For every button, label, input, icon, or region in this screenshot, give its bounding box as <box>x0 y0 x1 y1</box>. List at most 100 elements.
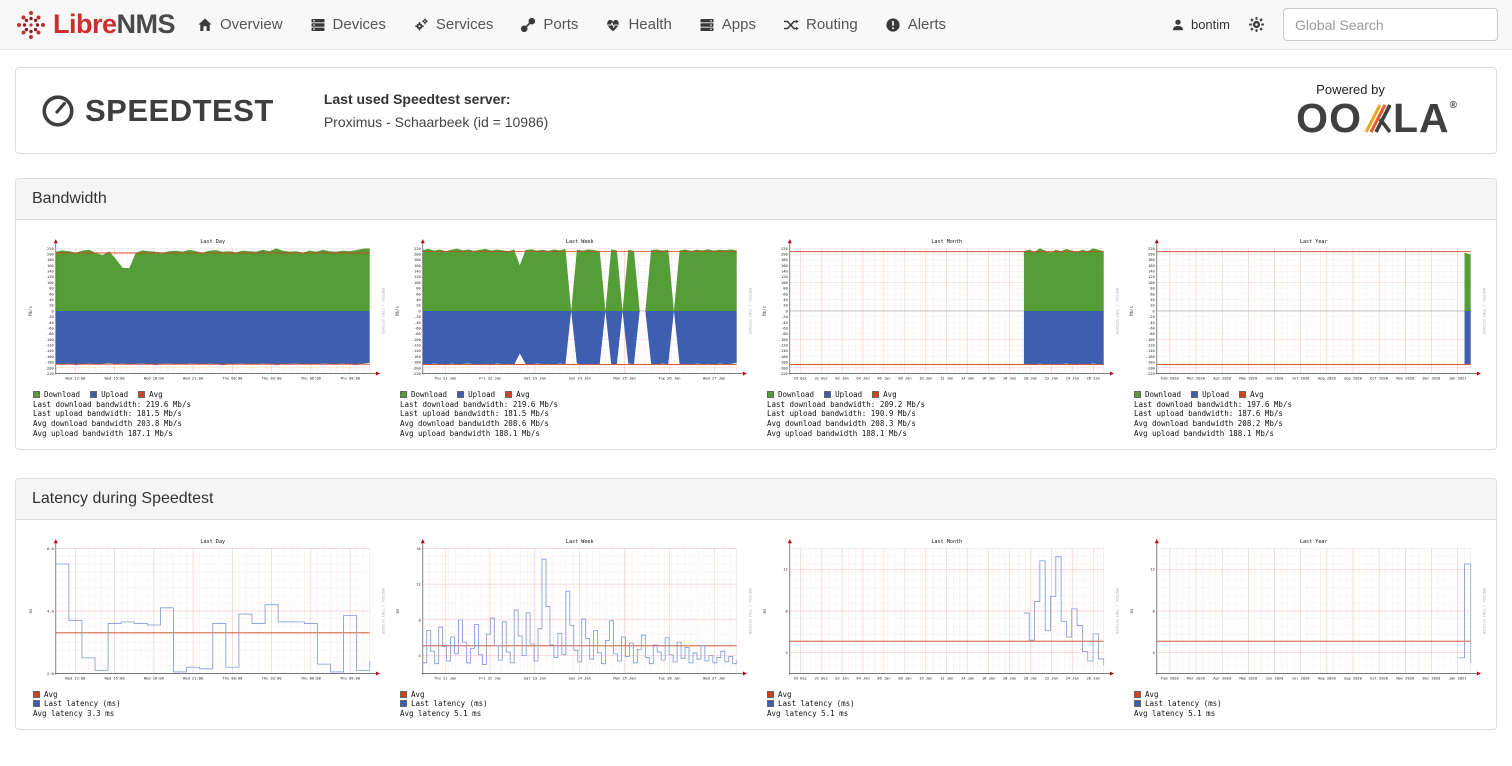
nav-item-devices[interactable]: Devices <box>310 16 386 33</box>
latency-graph-last-year[interactable]: 4812Feb 2020Mar 2020Apr 2020May 2020Jun … <box>1126 534 1487 719</box>
nav-item-alerts[interactable]: Alerts <box>885 16 946 33</box>
latency-graph-last-day[interactable]: 2.04.06.0Wed 12:00Wed 15:00Wed 18:00Wed … <box>25 534 386 719</box>
graph-legend: DownloadUploadAvgLast download bandwidth… <box>1134 390 1487 439</box>
svg-text:Wed 18:00: Wed 18:00 <box>144 676 164 680</box>
nav-item-health[interactable]: Health <box>605 16 671 33</box>
svg-text:Nov 2020: Nov 2020 <box>1396 676 1414 680</box>
navbar-right: bontim <box>1171 8 1498 41</box>
nav-item-overview[interactable]: Overview <box>197 16 283 33</box>
svg-text:8: 8 <box>1152 609 1154 613</box>
svg-text:May 2020: May 2020 <box>1239 377 1257 381</box>
svg-text:12 Jan: 12 Jan <box>940 676 953 680</box>
bandwidth-graph-last-month[interactable]: -220-200-180-160-140-120-100-80-60-40-20… <box>759 234 1120 439</box>
legend-color-swatch <box>824 391 831 398</box>
svg-text:120: 120 <box>47 275 54 279</box>
legend-color-swatch <box>505 391 512 398</box>
svg-text:22 Jan: 22 Jan <box>1045 377 1058 381</box>
bandwidth-graph-last-day[interactable]: -220-200-180-160-140-120-100-80-60-40-20… <box>25 234 386 439</box>
latency-graphs-row: 2.04.06.0Wed 12:00Wed 15:00Wed 18:00Wed … <box>16 520 1496 729</box>
svg-text:Mb/s: Mb/s <box>395 305 400 315</box>
svg-text:04 Jan: 04 Jan <box>856 377 869 381</box>
svg-text:-220: -220 <box>779 372 788 376</box>
svg-text:May 2020: May 2020 <box>1239 676 1257 680</box>
svg-text:200: 200 <box>781 252 788 256</box>
settings-gear-button[interactable] <box>1248 16 1265 33</box>
bandwidth-graph-last-week[interactable]: -220-200-180-160-140-120-100-80-60-40-20… <box>392 234 753 439</box>
svg-text:RRDTOOL / TOBI OETIKER: RRDTOOL / TOBI OETIKER <box>381 588 385 635</box>
svg-text:140: 140 <box>414 270 421 274</box>
librenms-flower-icon <box>14 8 48 42</box>
svg-text:20: 20 <box>1150 304 1154 308</box>
svg-text:Sep 2020: Sep 2020 <box>1344 676 1362 680</box>
graph-legend: DownloadUploadAvgLast download bandwidth… <box>767 390 1120 439</box>
svg-text:10 Jan: 10 Jan <box>919 676 932 680</box>
svg-text:-160: -160 <box>412 355 421 359</box>
svg-text:04 Jan: 04 Jan <box>856 676 869 680</box>
svg-text:14 Jan: 14 Jan <box>961 377 974 381</box>
nav-label-services: Services <box>436 16 494 33</box>
legend-color-swatch <box>767 700 774 707</box>
latency-graph-last-week[interactable]: 481216Thu 21 JanFri 22 JanSat 23 JanSun … <box>392 534 753 719</box>
svg-text:40: 40 <box>416 298 420 302</box>
bandwidth-panel-title: Bandwidth <box>16 179 1496 220</box>
svg-text:Wed 27 Jan: Wed 27 Jan <box>703 676 725 680</box>
svg-text:16: 16 <box>416 546 420 550</box>
svg-text:26 Jan: 26 Jan <box>1087 676 1100 680</box>
svg-text:RRDTOOL / TOBI OETIKER: RRDTOOL / TOBI OETIKER <box>1115 588 1119 635</box>
svg-text:ms: ms <box>1129 608 1134 613</box>
svg-text:06 Jan: 06 Jan <box>877 676 890 680</box>
server-stack-icon <box>699 17 715 33</box>
nav-item-apps[interactable]: Apps <box>699 16 756 33</box>
svg-text:-140: -140 <box>779 349 788 353</box>
svg-text:180: 180 <box>1148 258 1155 262</box>
svg-text:20: 20 <box>783 304 787 308</box>
svg-text:0: 0 <box>785 309 787 313</box>
nav-item-routing[interactable]: Routing <box>783 16 858 33</box>
graph-legend: AvgLast latency (ms)Avg latency 5.1 ms <box>767 690 1120 719</box>
nav-label-devices: Devices <box>333 16 386 33</box>
ookla-text-left: OO <box>1296 98 1362 139</box>
svg-text:Thu 00:00: Thu 00:00 <box>222 377 242 381</box>
svg-text:20: 20 <box>49 304 53 308</box>
last-server-label: Last used Speedtest server: <box>324 91 549 107</box>
svg-text:Tue 26 Jan: Tue 26 Jan <box>658 377 680 381</box>
graph-legend: AvgLast latency (ms)Avg latency 5.1 ms <box>1134 690 1487 719</box>
main-menu: Overview Devices Services Ports Health A… <box>197 16 946 33</box>
svg-text:Jul 2020: Jul 2020 <box>1292 676 1310 680</box>
user-menu[interactable]: bontim <box>1171 17 1230 32</box>
heartbeat-icon <box>605 17 621 33</box>
svg-text:Thu 03:00: Thu 03:00 <box>262 676 282 680</box>
svg-text:-200: -200 <box>1146 366 1155 370</box>
nav-item-services[interactable]: Services <box>413 16 494 33</box>
svg-text:-100: -100 <box>1146 338 1155 342</box>
latency-graph-last-month[interactable]: 481229 Dec31 Dec02 Jan04 Jan06 Jan08 Jan… <box>759 534 1120 719</box>
svg-text:160: 160 <box>1148 264 1155 268</box>
nav-item-ports[interactable]: Ports <box>520 16 578 33</box>
svg-text:Wed 15:00: Wed 15:00 <box>105 377 125 381</box>
nav-label-health: Health <box>628 16 671 33</box>
legend-color-swatch <box>400 391 407 398</box>
svg-text:-220: -220 <box>45 372 54 376</box>
username: bontim <box>1191 17 1230 32</box>
svg-text:-180: -180 <box>1146 361 1155 365</box>
librenms-logo[interactable]: LibreNMS <box>14 8 175 42</box>
svg-text:02 Jan: 02 Jan <box>835 676 848 680</box>
ookla-k-icon <box>1364 103 1391 134</box>
svg-text:Last Week: Last Week <box>566 239 594 245</box>
svg-text:4: 4 <box>1152 651 1155 655</box>
svg-text:Wed 21:00: Wed 21:00 <box>183 377 203 381</box>
svg-text:Mon 25 Jan: Mon 25 Jan <box>613 377 635 381</box>
svg-text:Mb/s: Mb/s <box>28 305 33 315</box>
svg-text:-200: -200 <box>412 366 421 370</box>
bandwidth-graph-last-year[interactable]: -220-200-180-160-140-120-100-80-60-40-20… <box>1126 234 1487 439</box>
svg-text:Mb/s: Mb/s <box>1129 305 1134 315</box>
svg-text:140: 140 <box>1148 270 1155 274</box>
svg-text:Thu 00:00: Thu 00:00 <box>222 676 242 680</box>
svg-text:-80: -80 <box>1148 332 1155 336</box>
global-search-input[interactable] <box>1283 8 1498 41</box>
graph-legend: AvgLast latency (ms)Avg latency 5.1 ms <box>400 690 753 719</box>
svg-text:-180: -180 <box>412 361 421 365</box>
svg-text:16 Jan: 16 Jan <box>982 676 995 680</box>
svg-text:-120: -120 <box>45 344 54 348</box>
exclamation-circle-icon <box>885 17 901 33</box>
